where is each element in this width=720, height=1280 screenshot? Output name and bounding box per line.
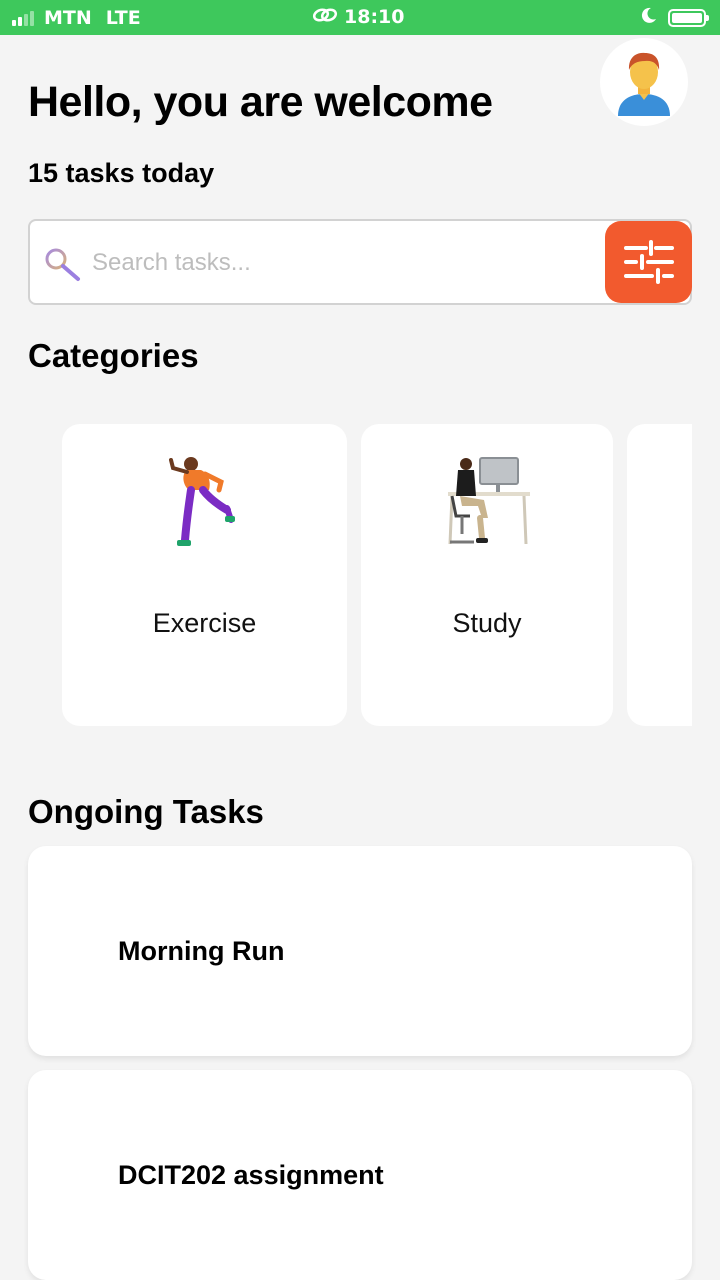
categories-heading: Categories (28, 337, 199, 374)
task-card[interactable]: DCIT202 assignment (28, 1070, 692, 1280)
running-person-illustration (165, 456, 245, 557)
person-at-desk-illustration (442, 456, 532, 555)
category-label: Exercise (152, 608, 257, 638)
ongoing-tasks-heading: Ongoing Tasks (28, 793, 264, 830)
battery-icon (668, 8, 709, 27)
status-bar: MTN LTE 18:10 (0, 0, 720, 35)
category-card-partial[interactable] (627, 424, 692, 726)
search-bar (28, 219, 692, 305)
status-right (640, 6, 709, 29)
task-card[interactable]: Morning Run (28, 846, 692, 1056)
task-count-label: 15 tasks today (28, 158, 215, 188)
avatar[interactable] (600, 38, 688, 126)
search-input[interactable] (92, 243, 532, 283)
time-label: 18:10 (344, 6, 405, 28)
carrier-label: MTN (44, 7, 92, 29)
task-title: Morning Run (118, 936, 285, 966)
status-left: MTN LTE (12, 7, 141, 29)
user-avatar-icon (618, 52, 670, 116)
link-icon (312, 6, 338, 28)
search-icon[interactable] (42, 246, 82, 282)
category-label: Study (452, 608, 522, 638)
page-title: Hello, you are welcome (28, 78, 493, 126)
category-card-exercise[interactable]: Exercise (62, 424, 347, 726)
category-card-study[interactable]: Study (361, 424, 613, 726)
sliders-icon (623, 240, 674, 284)
filter-button[interactable] (605, 221, 692, 303)
network-label: LTE (105, 7, 141, 29)
moon-icon (640, 6, 658, 29)
status-center: 18:10 (312, 6, 404, 28)
task-title: DCIT202 assignment (118, 1160, 384, 1190)
signal-icon (12, 10, 34, 26)
categories-carousel[interactable]: Exercise Study (62, 424, 692, 728)
